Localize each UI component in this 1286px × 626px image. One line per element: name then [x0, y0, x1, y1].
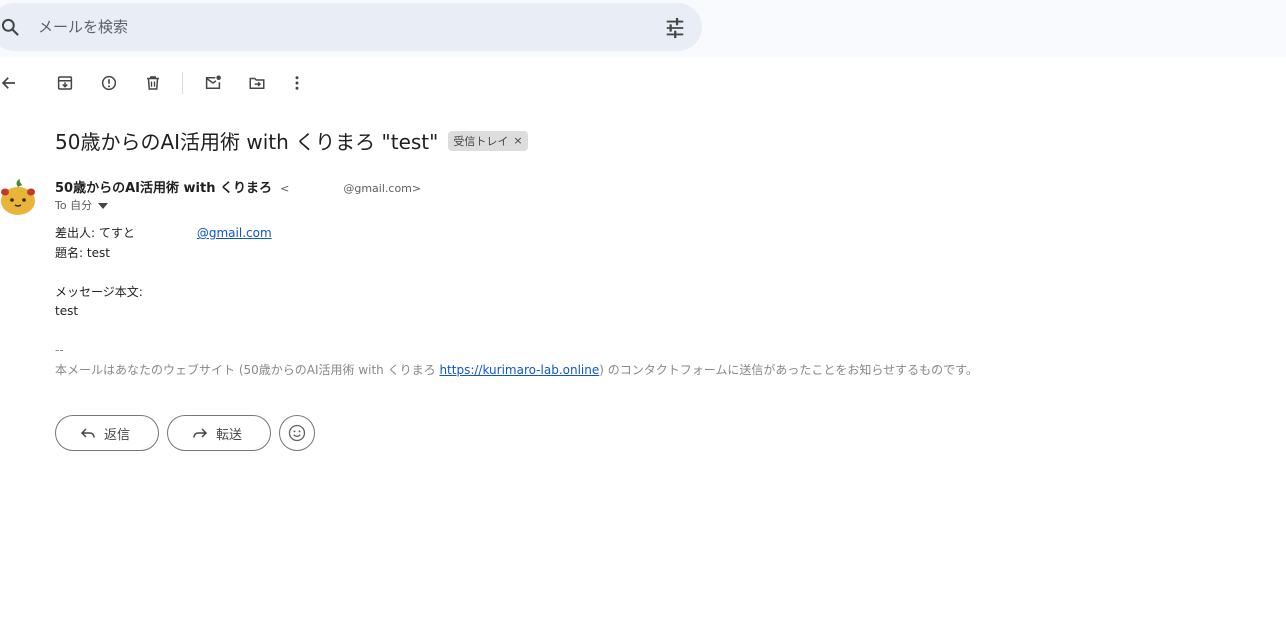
archive-icon[interactable] [48, 66, 82, 100]
message-toolbar [0, 66, 400, 100]
forward-icon [193, 428, 208, 438]
sender-line: 50歳からのAI活用術 with くりまろ < @gmail.com> [55, 177, 421, 196]
subject-line: 題名: test [55, 245, 110, 260]
body-label: メッセージ本文: [55, 284, 143, 299]
body-value: test [55, 304, 79, 318]
search-bar[interactable] [0, 3, 702, 51]
forward-label: 転送 [216, 427, 243, 443]
move-to-icon[interactable] [240, 66, 274, 100]
inbox-label-chip[interactable]: 受信トレイ × [448, 130, 528, 151]
emoji-reaction-button[interactable] [279, 415, 315, 451]
avatar[interactable] [0, 174, 40, 218]
footer-link[interactable]: https://kurimaro-lab.online [439, 363, 599, 377]
chevron-down-icon[interactable] [98, 199, 109, 212]
search-input[interactable] [38, 15, 618, 39]
remove-label-icon[interactable]: × [513, 134, 522, 147]
more-vert-icon[interactable] [280, 66, 314, 100]
from-label: 差出人: てすと [55, 226, 135, 240]
reply-button[interactable]: 返信 [55, 415, 159, 451]
footer-line: 本メールはあなたのウェブサイト (50歳からのAI活用術 with くりまろ h… [55, 361, 978, 381]
recipient-text: To 自分 [55, 199, 93, 212]
top-bar [0, 0, 1286, 58]
report-spam-icon[interactable] [92, 66, 126, 100]
forward-button[interactable]: 転送 [167, 415, 271, 451]
email-subject: 50歳からのAI活用術 with くりまろ "test" [55, 130, 439, 154]
footer-suffix: ) のコンタクトフォームに送信があったことをお知らせするものです。 [599, 362, 978, 377]
delete-icon[interactable] [136, 66, 170, 100]
tune-icon[interactable] [664, 17, 686, 39]
reply-icon [80, 428, 95, 438]
reply-label: 返信 [104, 427, 131, 443]
emoji-icon [288, 424, 306, 442]
from-line: 差出人: てすと @gmail.com [55, 224, 978, 244]
signature-separator: -- [55, 343, 64, 357]
redacted-text [134, 224, 197, 244]
sender-email-prefix: < [280, 182, 290, 195]
sender-name[interactable]: 50歳からのAI活用術 with くりまろ [55, 181, 272, 196]
label-text: 受信トレイ [453, 134, 509, 148]
search-icon[interactable] [0, 17, 20, 37]
message-body: 差出人: てすと @gmail.com 題名: test メッセージ本文: te… [55, 224, 978, 380]
back-arrow-icon[interactable] [0, 66, 26, 100]
recipient-line[interactable]: To 自分 [55, 197, 109, 213]
email-subject-row: 50歳からのAI活用術 with くりまろ "test" 受信トレイ × [55, 126, 528, 155]
footer-prefix: 本メールはあなたのウェブサイト (50歳からのAI活用術 with くりまろ [55, 362, 436, 377]
toolbar-divider [182, 72, 183, 94]
sender-email-suffix: @gmail.com> [343, 182, 422, 195]
redacted-text [289, 182, 344, 195]
from-email-link[interactable]: @gmail.com [197, 226, 272, 240]
sender-email: < @gmail.com> [280, 182, 421, 195]
mark-unread-icon[interactable] [196, 66, 230, 100]
